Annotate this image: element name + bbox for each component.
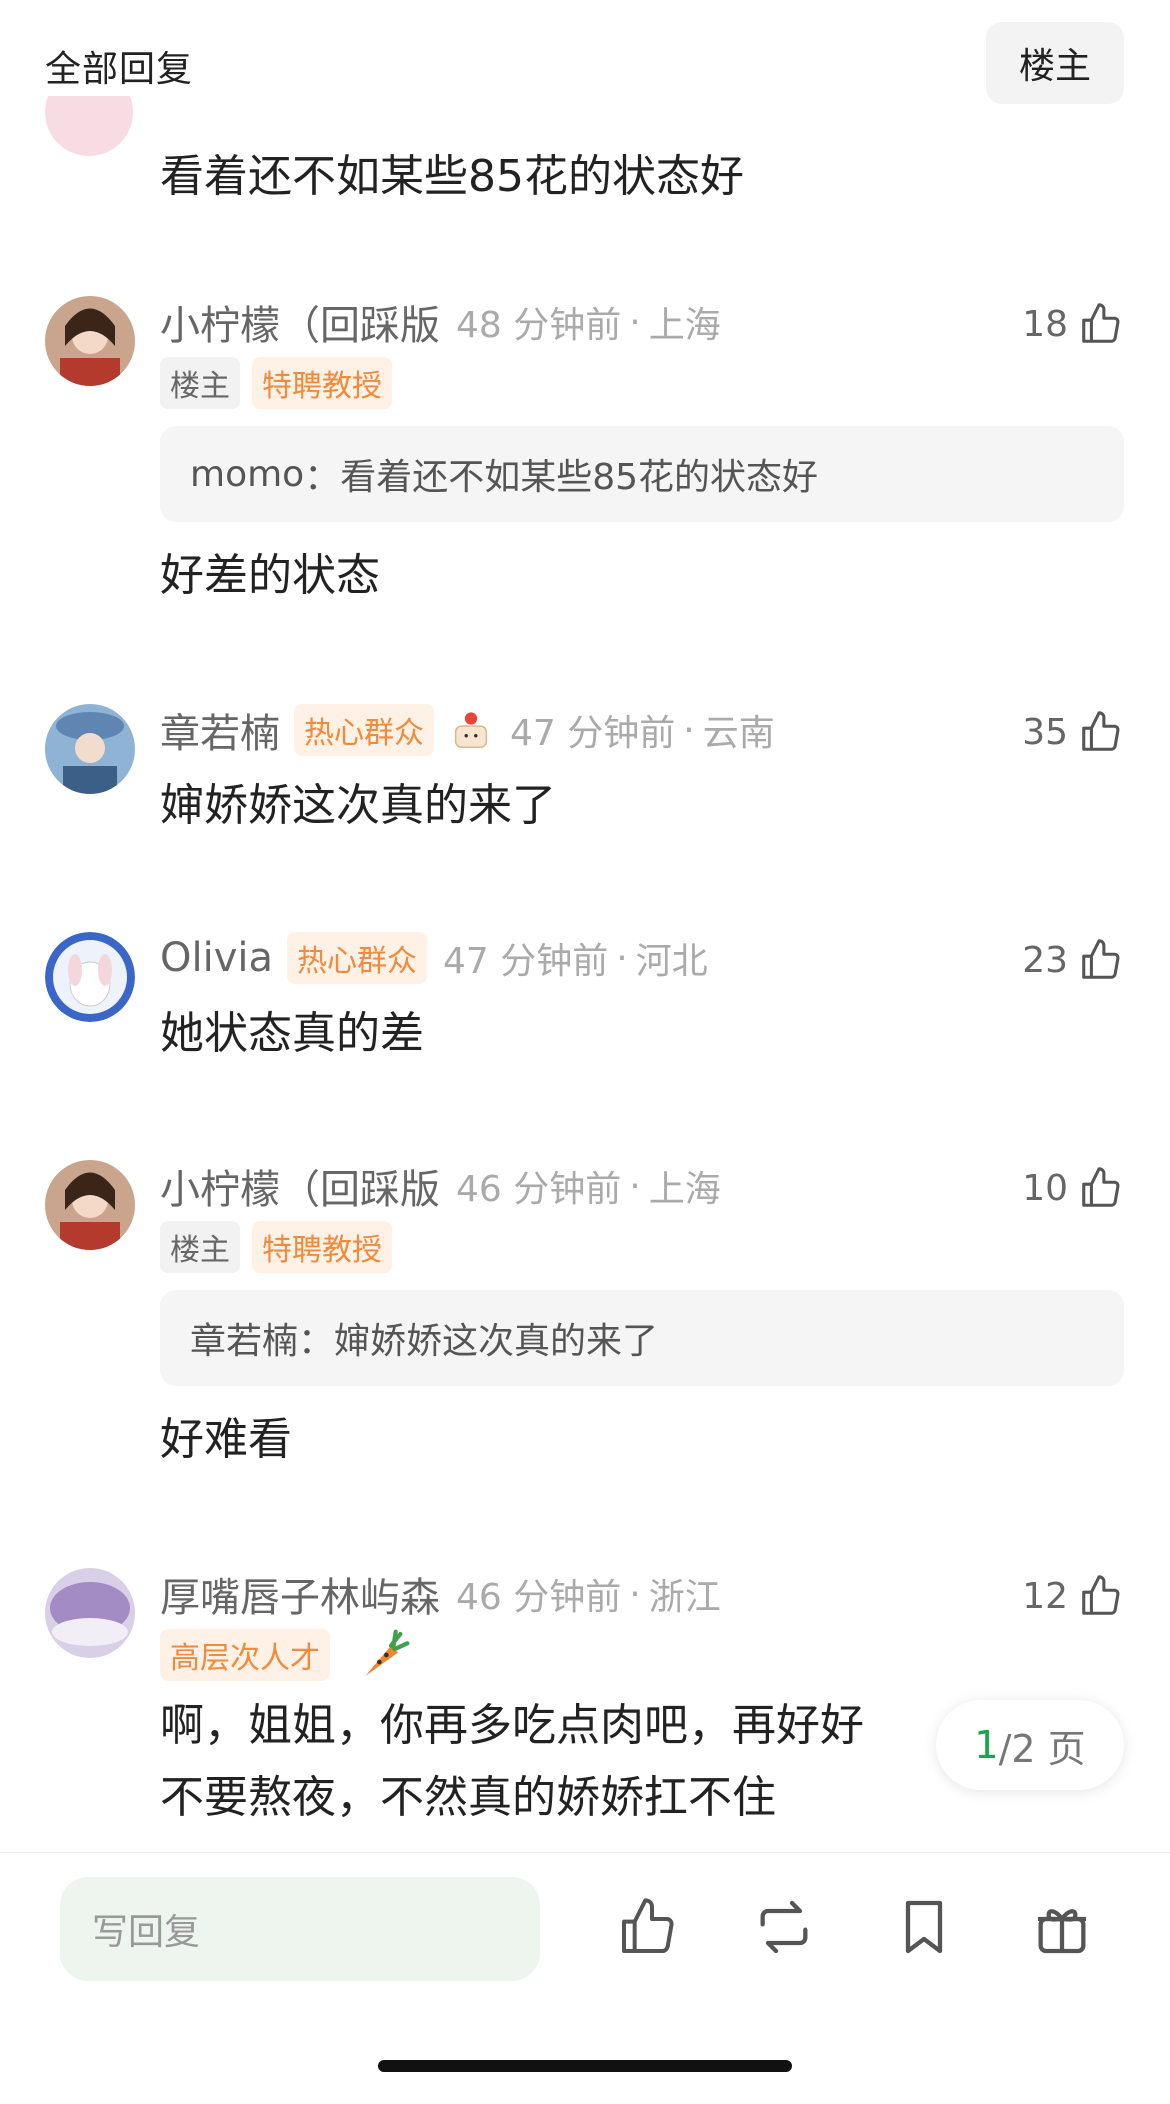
comment-location: 云南: [702, 713, 775, 754]
op-only-button[interactable]: 楼主: [986, 22, 1124, 104]
like-button[interactable]: 35: [1022, 702, 1124, 762]
title-badge: 特聘教授: [252, 357, 392, 409]
cake-icon: [454, 712, 488, 749]
meta-separator: ·: [616, 937, 628, 979]
like-count: 35: [1022, 711, 1068, 753]
like-count: 23: [1022, 939, 1068, 981]
like-button[interactable]: 18: [1022, 294, 1124, 354]
thumbs-up-icon: [1082, 303, 1120, 343]
avatar[interactable]: [45, 296, 135, 386]
avatar[interactable]: [45, 1160, 135, 1250]
comment-location: 浙江: [648, 1577, 721, 1618]
comment-time: 48 分钟前: [456, 305, 622, 346]
meta-separator: ·: [629, 1573, 641, 1615]
comment-time: 47 分钟前: [510, 713, 676, 754]
comment-header: Olivia 热心群众 47 分钟前 · 河北: [160, 928, 708, 988]
avatar[interactable]: [45, 1568, 135, 1658]
like-count: 18: [1022, 303, 1068, 345]
comment-header: 小柠檬（回踩版 46 分钟前 · 上海: [160, 1156, 721, 1216]
home-indicator: [378, 2060, 792, 2072]
meta-separator: ·: [629, 1165, 641, 1207]
page-indicator[interactable]: 1/2 页: [936, 1700, 1124, 1790]
quoted-reply[interactable]: 章若楠：婶娇娇这次真的来了: [160, 1290, 1124, 1386]
thumbs-up-icon: [1082, 939, 1120, 979]
username[interactable]: 厚嘴唇子林屿森: [160, 1565, 440, 1623]
bookmark-icon[interactable]: [892, 1895, 956, 1959]
reply-input[interactable]: 写回复: [60, 1877, 540, 1981]
comment-location: 上海: [648, 305, 721, 346]
total-pages: /2 页: [998, 1726, 1086, 1771]
op-badge: 楼主: [160, 357, 240, 409]
op-badge: 楼主: [160, 1221, 240, 1273]
meta-separator: ·: [629, 301, 641, 343]
username[interactable]: 小柠檬（回踩版: [160, 293, 440, 351]
comment-text-line: 啊，姐姐，你再多吃点肉吧，再好好: [160, 1700, 864, 1751]
gift-icon[interactable]: [1030, 1895, 1094, 1959]
comment-text: 好差的状态: [160, 550, 380, 601]
current-page: 1: [974, 1723, 999, 1767]
thumbs-up-icon: [1082, 1167, 1120, 1207]
comment-text: 她状态真的差: [160, 1008, 424, 1059]
repost-icon[interactable]: [752, 1895, 816, 1959]
like-button[interactable]: 23: [1022, 930, 1124, 990]
comment-time: 47 分钟前: [443, 941, 609, 982]
title-badge: 热心群众: [294, 704, 434, 756]
comment-time: 46 分钟前: [456, 1577, 622, 1618]
username[interactable]: Olivia: [160, 935, 273, 981]
quoted-reply[interactable]: momo：看着还不如某些85花的状态好: [160, 426, 1124, 522]
quote-colon: ：: [304, 457, 341, 498]
comment-text-line: 不要熬夜，不然真的娇娇扛不住: [160, 1772, 776, 1823]
avatar[interactable]: [45, 96, 133, 156]
avatar[interactable]: [45, 932, 135, 1022]
comment-text: 婶娇娇这次真的来了: [160, 780, 556, 831]
quote-colon: ：: [298, 1321, 335, 1362]
comment-text: 看着还不如某些85花的状态好: [160, 151, 744, 202]
page-title: 全部回复: [45, 49, 194, 90]
avatar[interactable]: [45, 704, 135, 794]
quote-author: momo: [190, 453, 305, 495]
comment-header: 小柠檬（回踩版 48 分钟前 · 上海: [160, 292, 721, 352]
title-badge: 高层次人才: [160, 1629, 330, 1681]
thumbs-up-icon[interactable]: [616, 1895, 680, 1959]
carrot-icon: [365, 1629, 410, 1676]
quote-text: 看着还不如某些85花的状态好: [340, 457, 819, 498]
meta-separator: ·: [683, 709, 695, 751]
comment-header: 章若楠 热心群众 47 分钟前 · 云南: [160, 700, 775, 760]
badge-row: 高层次人才: [160, 1629, 412, 1681]
title-badge: 特聘教授: [252, 1221, 392, 1273]
title-badge: 热心群众: [287, 932, 428, 984]
comment-header: 厚嘴唇子林屿森 46 分钟前 · 浙江: [160, 1564, 721, 1624]
comment-text: 好难看: [160, 1414, 292, 1465]
quote-text: 婶娇娇这次真的来了: [334, 1321, 659, 1362]
comment-location: 河北: [635, 941, 708, 982]
top-bar: 全部回复 楼主: [0, 0, 1170, 120]
thumbs-up-icon: [1082, 1575, 1120, 1615]
like-button[interactable]: 12: [1022, 1566, 1124, 1626]
like-count: 12: [1022, 1575, 1068, 1617]
comment-time: 46 分钟前: [456, 1169, 622, 1210]
badge-row: 楼主 特聘教授: [160, 357, 392, 409]
like-count: 10: [1022, 1167, 1068, 1209]
username[interactable]: 小柠檬（回踩版: [160, 1157, 440, 1215]
thumbs-up-icon: [1082, 711, 1120, 751]
comment-location: 上海: [648, 1169, 721, 1210]
quote-author: 章若楠: [190, 1321, 299, 1362]
username[interactable]: 章若楠: [160, 701, 280, 759]
like-button[interactable]: 10: [1022, 1158, 1124, 1218]
badge-row: 楼主 特聘教授: [160, 1221, 392, 1273]
